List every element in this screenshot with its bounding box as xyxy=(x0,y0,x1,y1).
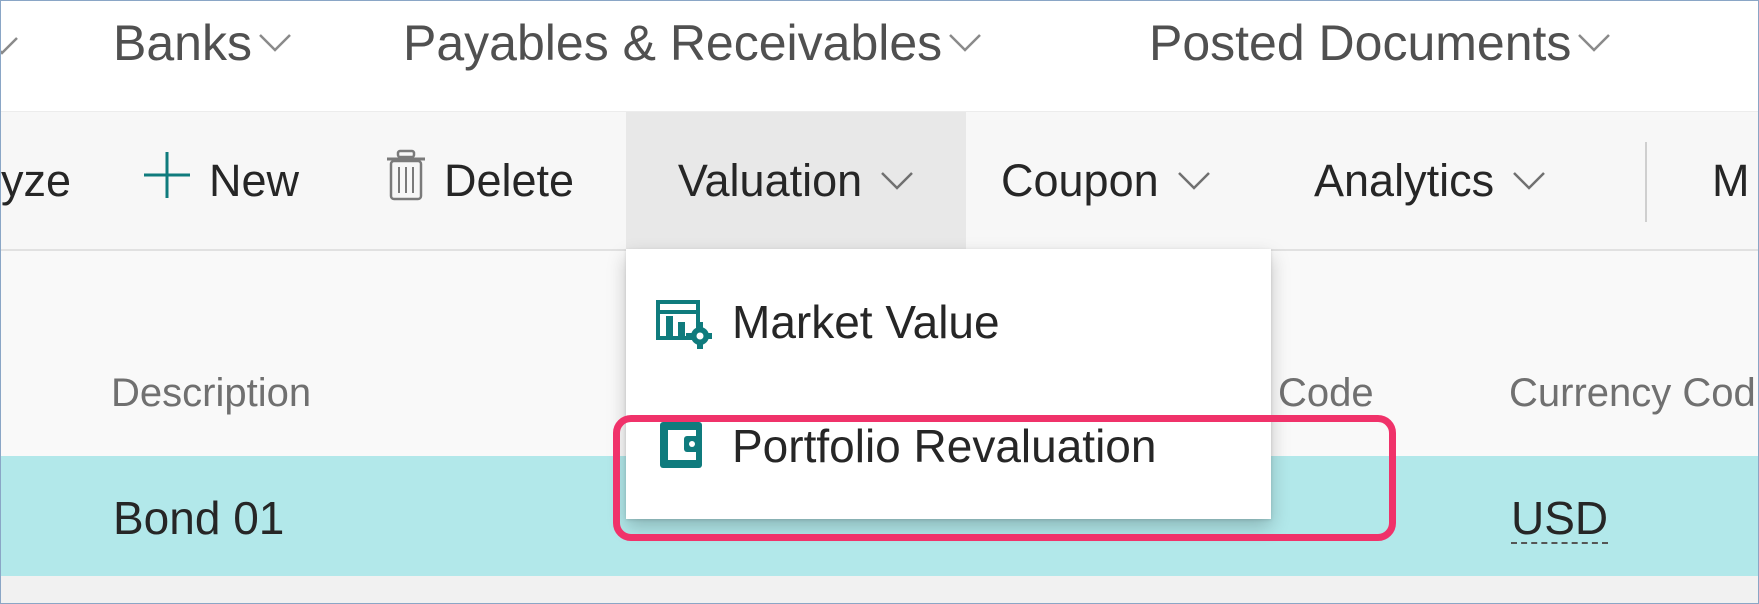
menu-item-market-value-label: Market Value xyxy=(732,296,1000,348)
chevron-down-icon xyxy=(1177,170,1211,192)
analytics-label: Analytics xyxy=(1314,154,1495,206)
coupon-label: Coupon xyxy=(1001,154,1159,206)
nav-payables-receivables-label: Payables & Receivables xyxy=(403,15,943,71)
chevron-down-icon xyxy=(258,32,292,54)
column-header-currency-code[interactable]: Currency Cod xyxy=(1509,371,1756,416)
table-row xyxy=(1,576,1758,603)
nav-banks[interactable]: Banks xyxy=(113,13,292,73)
column-header-description-label: Description xyxy=(111,371,312,415)
market-value-icon xyxy=(656,294,712,350)
valuation-dropdown-menu: Market Value Portfolio Revaluation xyxy=(626,249,1271,519)
menu-item-portfolio-revaluation[interactable]: Portfolio Revaluation xyxy=(626,391,1271,501)
action-bar: yze New Delete Valuation Coupon Analytic… xyxy=(1,112,1758,251)
top-navigation: Banks Payables & Receivables Posted Docu… xyxy=(1,1,1758,112)
nav-posted-documents[interactable]: Posted Documents xyxy=(1149,13,1611,73)
new-button[interactable]: New xyxy=(141,112,299,249)
menu-item-portfolio-revaluation-label: Portfolio Revaluation xyxy=(732,420,1157,472)
more-button[interactable]: M xyxy=(1712,112,1750,249)
nav-banks-label: Banks xyxy=(113,15,252,71)
chevron-down-icon[interactable] xyxy=(1,35,19,57)
chevron-down-icon xyxy=(948,32,982,54)
new-label: New xyxy=(209,154,300,206)
nav-payables-receivables[interactable]: Payables & Receivables xyxy=(403,13,982,73)
chevron-down-icon xyxy=(880,170,914,192)
coupon-menu-button[interactable]: Coupon xyxy=(1001,112,1211,249)
analytics-menu-button[interactable]: Analytics xyxy=(1314,112,1546,249)
column-header-description[interactable]: Description xyxy=(111,371,311,416)
action-bar-separator xyxy=(1645,142,1647,222)
chevron-down-icon xyxy=(1577,32,1611,54)
delete-button[interactable]: Delete xyxy=(384,112,574,249)
chevron-down-icon xyxy=(1512,170,1546,192)
analyze-label: yze xyxy=(1,154,72,206)
more-label: M xyxy=(1712,154,1750,206)
column-header-currency-code-label: Currency Cod xyxy=(1509,371,1756,415)
nav-posted-documents-label: Posted Documents xyxy=(1149,15,1572,71)
column-header-code[interactable]: Code xyxy=(1278,371,1374,416)
valuation-label: Valuation xyxy=(677,154,863,206)
valuation-menu-button[interactable]: Valuation xyxy=(626,112,966,249)
trash-icon xyxy=(384,149,428,212)
app-window: Banks Payables & Receivables Posted Docu… xyxy=(0,0,1759,604)
row-description: Bond 01 xyxy=(113,492,285,544)
analyze-button[interactable]: yze xyxy=(1,112,71,249)
delete-label: Delete xyxy=(444,154,575,206)
column-header-code-label: Code xyxy=(1278,371,1374,415)
portfolio-revaluation-icon xyxy=(656,418,712,474)
menu-item-market-value[interactable]: Market Value xyxy=(626,267,1271,377)
row-currency-code-link[interactable]: USD xyxy=(1511,491,1608,545)
plus-icon xyxy=(141,149,193,212)
